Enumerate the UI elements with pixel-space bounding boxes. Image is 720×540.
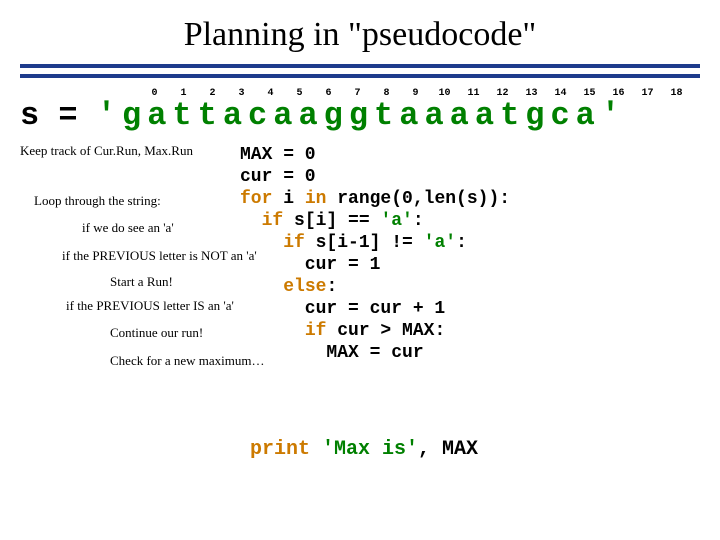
slide: Planning in "pseudocode" 012345678910111… [0, 0, 720, 474]
index-cell: 17 [633, 88, 662, 99]
code-text: : [413, 211, 424, 231]
code-line: cur = cur + 1 [240, 299, 445, 319]
kw-for: for [240, 189, 272, 209]
kw-if: if [305, 321, 327, 341]
body-area: Keep track of Cur.Run, Max.Run Loop thro… [20, 144, 700, 474]
code-text: , MAX [418, 438, 478, 461]
code-text [240, 233, 283, 253]
title-rule [20, 64, 700, 74]
slide-title: Planning in "pseudocode" [20, 16, 700, 54]
s-equals: s = [20, 97, 97, 134]
code-text: range(0,len(s)): [326, 189, 510, 209]
code-text [310, 438, 322, 461]
str-max-is: 'Max is' [322, 438, 418, 461]
string-literal: 'gattacaaggtaaaatgca' [97, 97, 626, 134]
index-cell: 18 [662, 88, 691, 99]
pseudocode-block: MAX = 0 cur = 0 for i in range(0,len(s))… [240, 144, 510, 364]
code-line: MAX = cur [240, 343, 424, 363]
code-text: s[i-1] != [305, 233, 424, 253]
string-assignment: s = 'gattacaaggtaaaatgca' [20, 97, 700, 134]
code-text [240, 321, 305, 341]
str-a: 'a' [380, 211, 412, 231]
code-text: : [456, 233, 467, 253]
code-text [240, 277, 283, 297]
code-text: : [326, 277, 337, 297]
code-line: cur = 1 [240, 255, 380, 275]
code-line: MAX = 0 [240, 145, 316, 165]
code-text [240, 211, 262, 231]
kw-if: if [283, 233, 305, 253]
code-line: cur = 0 [240, 167, 316, 187]
kw-else: else [283, 277, 326, 297]
str-a: 'a' [424, 233, 456, 253]
kw-in: in [305, 189, 327, 209]
code-text: cur > MAX: [326, 321, 445, 341]
print-statement: print 'Max is', MAX [250, 438, 478, 461]
kw-if: if [262, 211, 284, 231]
code-text: s[i] == [283, 211, 380, 231]
code-text: i [272, 189, 304, 209]
kw-print: print [250, 438, 310, 461]
